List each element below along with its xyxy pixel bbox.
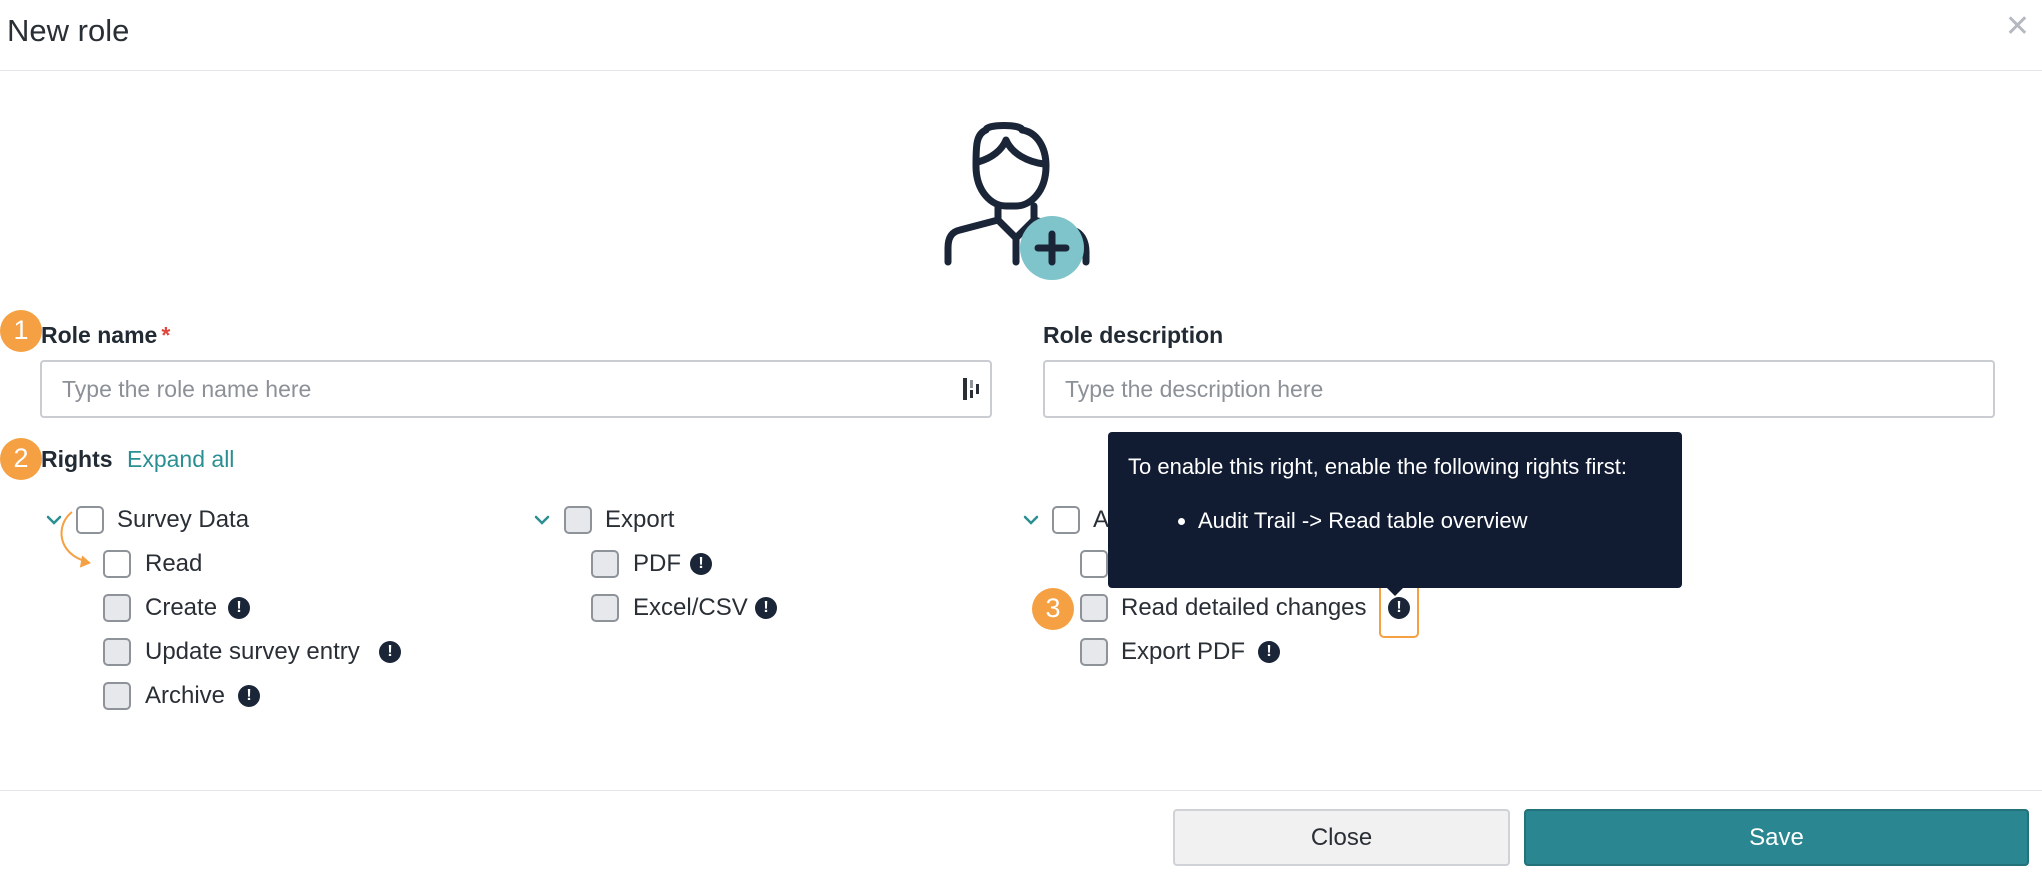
audit-read-detailed-label: Read detailed changes (1121, 594, 1367, 621)
audit-trail-checkbox[interactable] (1052, 506, 1080, 534)
close-button[interactable]: Close (1173, 809, 1510, 866)
rights-label: Rights (41, 446, 113, 472)
survey-create-label: Create (145, 594, 218, 621)
audit-export-pdf-checkbox[interactable] (1080, 638, 1108, 666)
survey-data-label: Survey Data (117, 506, 250, 533)
export-excel-label: Excel/CSV (633, 594, 748, 621)
info-icon[interactable]: ! (228, 597, 250, 619)
survey-archive-label: Archive (145, 682, 226, 709)
audit-export-pdf-label: Export PDF (1121, 638, 1246, 665)
export-pdf-label: PDF (633, 550, 681, 577)
tooltip-list-item: Audit Trail -> Read table overview (1198, 508, 1662, 534)
info-icon[interactable]: ! (690, 553, 712, 575)
audit-read-overview-checkbox[interactable] (1080, 550, 1108, 578)
survey-create-checkbox[interactable] (103, 594, 131, 622)
step-badge-3: 3 (1032, 588, 1074, 630)
export-label: Export (605, 506, 675, 533)
expand-all-link[interactable]: Expand all (127, 446, 234, 473)
role-name-input[interactable] (40, 360, 992, 418)
info-icon[interactable]: ! (238, 685, 260, 707)
step-badge-1: 1 (0, 310, 42, 352)
export-pdf-checkbox[interactable] (591, 550, 619, 578)
close-icon[interactable]: ✕ (2005, 12, 2030, 42)
info-icon[interactable]: ! (379, 641, 401, 663)
password-manager-icon[interactable] (962, 376, 984, 402)
footer-divider (0, 790, 2042, 791)
role-name-label: Role name * (41, 322, 170, 349)
role-description-input[interactable] (1043, 360, 1995, 418)
chevron-down-icon[interactable] (1022, 513, 1040, 527)
audit-read-detailed-checkbox[interactable] (1080, 594, 1108, 622)
dialog-header: New role ✕ (0, 0, 2042, 71)
survey-update-label: Update survey entry (145, 638, 360, 665)
tooltip-title: To enable this right, enable the followi… (1128, 454, 1627, 479)
nested-arrow-icon (60, 511, 91, 568)
chevron-down-icon[interactable] (533, 513, 551, 527)
audit-trail-label: A (1093, 506, 1110, 533)
tooltip-arrow (1385, 586, 1405, 596)
export-excel-checkbox[interactable] (591, 594, 619, 622)
user-add-icon (944, 122, 1090, 280)
info-icon[interactable]: ! (755, 597, 777, 619)
role-name-label-text: Role name (41, 322, 158, 348)
tooltip-list: Audit Trail -> Read table overview (1128, 508, 1662, 534)
info-icon[interactable]: ! (1258, 641, 1280, 663)
tooltip: To enable this right, enable the followi… (1108, 432, 1682, 588)
save-button[interactable]: Save (1524, 809, 2029, 866)
export-checkbox[interactable] (564, 506, 592, 534)
survey-update-checkbox[interactable] (103, 638, 131, 666)
survey-read-checkbox[interactable] (103, 550, 131, 578)
role-description-label: Role description (1043, 322, 1224, 348)
dialog-title: New role (7, 13, 130, 48)
survey-archive-checkbox[interactable] (103, 682, 131, 710)
survey-read-label: Read (145, 550, 203, 577)
step-badge-2: 2 (0, 438, 42, 480)
required-mark: * (161, 322, 171, 348)
